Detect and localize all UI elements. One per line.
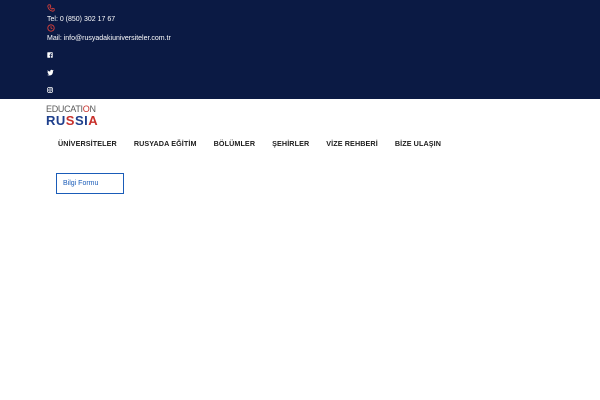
- twitter-row[interactable]: [47, 69, 54, 76]
- logo-russia-text: R U S S I A: [46, 114, 106, 127]
- nav-item-vize-rehberi[interactable]: VİZE REHBERİ: [326, 139, 378, 148]
- nav-item-sehirler[interactable]: ŞEHİRLER: [272, 139, 309, 148]
- facebook-icon[interactable]: [47, 52, 53, 58]
- nav-item-bize-ulasin[interactable]: BİZE ULAŞIN: [395, 139, 441, 148]
- nav-item-universiteler[interactable]: ÜNİVERSİTELER: [58, 139, 117, 148]
- phone-icon-row: [47, 4, 55, 12]
- logo-letter: A: [88, 113, 99, 128]
- mail-row[interactable]: Mail: info@rusyadakiuniversiteler.com.tr: [47, 34, 171, 43]
- instagram-icon[interactable]: [47, 87, 53, 93]
- facebook-row[interactable]: [47, 52, 53, 58]
- nav-item-rusyada-egitim[interactable]: RUSYADA EĞİTİM: [134, 139, 197, 148]
- phone-icon: [47, 4, 55, 12]
- logo-letter: S: [74, 113, 85, 128]
- clock-icon-row: [47, 24, 55, 32]
- twitter-icon[interactable]: [47, 69, 54, 76]
- bilgi-formu-button[interactable]: Bilgi Formu: [56, 173, 124, 194]
- logo-letter: S: [65, 113, 75, 128]
- top-contact-bar: Tel: 0 (850) 302 17 67 Mail: info@rusyad…: [0, 0, 600, 99]
- logo-letter: U: [55, 113, 66, 128]
- main-nav: ÜNİVERSİTELER RUSYADA EĞİTİM BÖLÜMLER ŞE…: [58, 139, 441, 148]
- education-russia-logo[interactable]: EDUCATION R U S S I A: [46, 104, 106, 132]
- bilgi-formu-label: Bilgi Formu: [63, 180, 99, 187]
- phone-text[interactable]: Tel: 0 (850) 302 17 67: [47, 15, 115, 24]
- mail-text[interactable]: Mail: info@rusyadakiuniversiteler.com.tr: [47, 34, 171, 43]
- logo-letter: R: [46, 113, 56, 128]
- clock-icon: [47, 24, 55, 32]
- phone-row[interactable]: Tel: 0 (850) 302 17 67: [47, 15, 115, 24]
- nav-item-bolumler[interactable]: BÖLÜMLER: [214, 139, 256, 148]
- instagram-row[interactable]: [47, 87, 53, 93]
